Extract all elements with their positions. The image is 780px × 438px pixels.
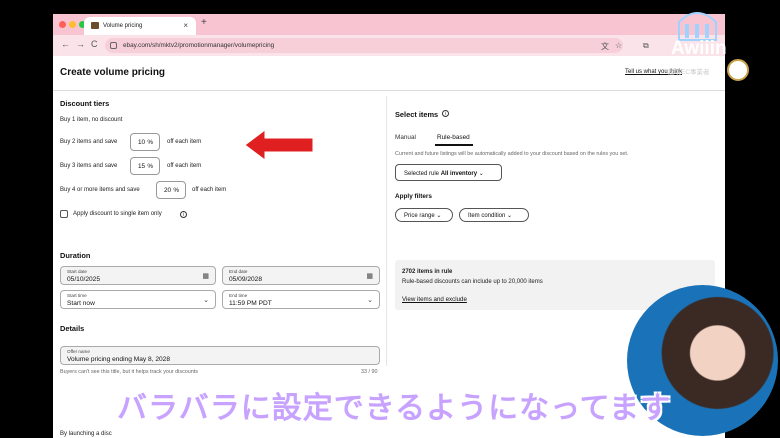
end-date-value: 05/09/2028: [229, 276, 263, 283]
duration-title: Duration: [60, 251, 91, 260]
view-items-link[interactable]: View items and exclude: [402, 296, 467, 303]
address-bar[interactable]: ebay.com/sh/mktv2/promotionmanager/volum…: [105, 38, 623, 53]
tab-rule-based[interactable]: Rule-based: [437, 134, 470, 141]
offer-name-input[interactable]: Offer name Volume pricing ending May 8, …: [60, 346, 380, 365]
selected-rule-label: Selected rule: [404, 171, 441, 177]
tab-bar: Volume pricing × +: [53, 14, 725, 35]
forward-icon[interactable]: →: [76, 39, 85, 49]
back-icon[interactable]: ←: [61, 39, 70, 49]
browser-toolbar: ← → C ebay.com/sh/mktv2/promotionmanager…: [53, 35, 725, 56]
item-condition-filter[interactable]: Item condition ⌄: [459, 208, 529, 222]
active-tab-indicator: [435, 144, 473, 146]
offer-helper-text: Buyers can't see this title, but it help…: [60, 369, 198, 375]
percent-symbol: %: [173, 187, 179, 194]
tab-close-icon[interactable]: ×: [183, 21, 188, 30]
end-date-label: End date: [229, 269, 248, 274]
translate-icon[interactable]: 文: [601, 41, 609, 52]
rule-description: Current and future listings will be auto…: [395, 151, 629, 157]
tier-3-label: Buy 3 items and save: [60, 163, 118, 169]
tier-4-suffix: off each item: [192, 187, 227, 193]
selected-rule-dropdown[interactable]: Selected rule All inventory ⌄: [395, 164, 502, 181]
chevron-down-icon: ⌄: [436, 213, 442, 219]
chevron-down-icon[interactable]: ⌄: [367, 296, 373, 304]
site-info-icon[interactable]: [110, 42, 117, 49]
tier-2-label: Buy 2 items and save: [60, 139, 118, 145]
panel-divider: [386, 96, 387, 366]
tab-manual[interactable]: Manual: [395, 134, 416, 141]
start-time-value: Start now: [67, 300, 95, 307]
browser-window: Volume pricing × + ← → C ebay.com/sh/mkt…: [53, 14, 725, 438]
overlay-subtext: 越境EC事業者: [668, 69, 710, 76]
close-window-button[interactable]: [59, 21, 66, 28]
tier-3-percent-input[interactable]: 15 %: [130, 157, 160, 175]
apply-filters-title: Apply filters: [395, 193, 432, 200]
tier-3-suffix: off each item: [167, 163, 202, 169]
video-caption: バラバラに設定できるようになってます: [117, 392, 672, 425]
tab-volume-pricing[interactable]: Volume pricing ×: [84, 17, 196, 35]
info-icon[interactable]: i: [442, 110, 449, 117]
calendar-icon[interactable]: ▦: [366, 272, 373, 280]
red-arrow-icon: [244, 129, 314, 161]
minimize-window-button[interactable]: [69, 21, 76, 28]
calendar-icon[interactable]: ▦: [202, 272, 209, 280]
item-condition-label: Item condition: [468, 213, 506, 219]
launch-disclaimer: By launching a disc: [60, 431, 112, 437]
awiiin-logo-text: Awiiin: [671, 38, 727, 59]
offer-name-value: Volume pricing ending May 8, 2028: [67, 356, 171, 363]
ebay-page: Create volume pricing Tell us what you t…: [53, 56, 725, 438]
items-limit-note: Rule-based discounts can include up to 2…: [402, 279, 543, 285]
info-icon[interactable]: i: [180, 211, 187, 218]
bookmark-star-icon[interactable]: ☆: [615, 41, 622, 50]
tier-2-percent-input[interactable]: 10 %: [130, 133, 160, 151]
start-date-value: 05/10/2025: [67, 276, 101, 283]
ebay-favicon-icon: [91, 22, 99, 29]
details-title: Details: [60, 324, 85, 333]
tier-4-label: Buy 4 or more items and save: [60, 187, 140, 193]
reload-icon[interactable]: C: [91, 39, 98, 49]
items-count: 2702 items in rule: [402, 269, 453, 275]
offer-char-counter: 33 / 90: [361, 369, 378, 375]
page-title: Create volume pricing: [60, 67, 166, 78]
start-date-field[interactable]: Start date 05/10/2025 ▦: [60, 266, 216, 285]
tier-3-value: 15: [138, 163, 146, 170]
end-date-field[interactable]: End date 05/09/2028 ▦: [222, 266, 380, 285]
seal-icon: [727, 59, 749, 81]
tier-4-value: 20: [164, 187, 172, 194]
start-date-label: Start date: [67, 269, 87, 274]
apply-single-checkbox[interactable]: [60, 210, 68, 218]
price-range-label: Price range: [404, 213, 435, 219]
tier-2-value: 10: [138, 139, 146, 146]
extensions-icon[interactable]: ⧉: [643, 41, 649, 51]
header-divider: [53, 90, 725, 91]
chevron-down-icon: ⌄: [507, 213, 513, 219]
tab-title: Volume pricing: [103, 23, 143, 29]
chevron-down-icon[interactable]: ⌄: [203, 296, 209, 304]
tier-4-percent-input[interactable]: 20 %: [156, 181, 186, 199]
url-text: ebay.com/sh/mktv2/promotionmanager/volum…: [123, 42, 275, 49]
selected-rule-value: All inventory: [440, 171, 479, 177]
percent-symbol: %: [147, 163, 153, 170]
price-range-filter[interactable]: Price range ⌄: [395, 208, 453, 222]
offer-name-label: Offer name: [67, 349, 90, 354]
discount-tiers-title: Discount tiers: [60, 99, 110, 108]
new-tab-button[interactable]: +: [201, 17, 207, 28]
end-time-label: End time: [229, 293, 248, 298]
end-time-value: 11:59 PM PDT: [229, 300, 272, 307]
select-items-title: Select items: [395, 110, 439, 119]
chevron-down-icon: ⌄: [478, 171, 484, 177]
end-time-select[interactable]: End time 11:59 PM PDT ⌄: [222, 290, 380, 309]
tier-2-suffix: off each item: [167, 139, 202, 145]
start-time-label: Start time: [67, 293, 87, 298]
percent-symbol: %: [147, 139, 153, 146]
tier-1-text: Buy 1 item, no discount: [60, 117, 123, 123]
start-time-select[interactable]: Start time Start now ⌄: [60, 290, 216, 309]
apply-single-label: Apply discount to single item only: [73, 211, 162, 217]
